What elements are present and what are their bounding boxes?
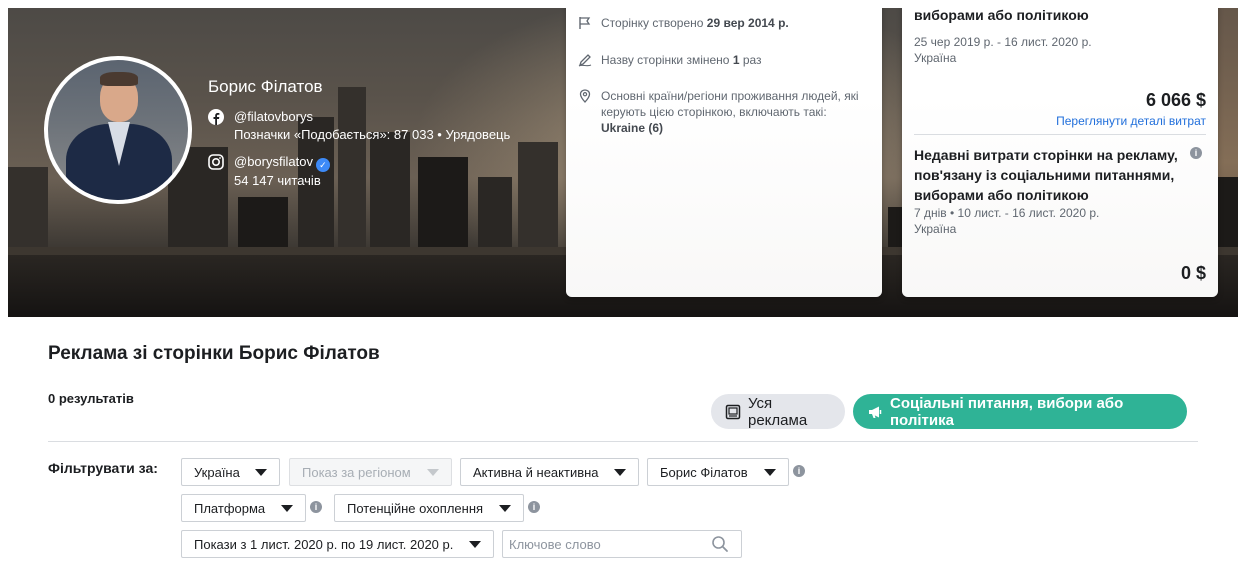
country-dropdown[interactable]: Україна: [181, 458, 280, 486]
info-icon[interactable]: i: [528, 501, 540, 513]
results-count: 0 результатів: [48, 391, 134, 406]
instagram-handle[interactable]: @borysfilatov: [234, 154, 313, 169]
caret-down-icon: [764, 468, 776, 476]
reach-value: Потенційне охоплення: [347, 500, 484, 516]
total-spend-amount: 6 066 $: [1145, 90, 1206, 110]
caret-down-icon: [614, 468, 626, 476]
spending-divider: [914, 134, 1206, 135]
info-icon[interactable]: i: [793, 465, 805, 477]
total-spend-title: виборами або політикою: [914, 8, 1089, 23]
page-renamed-row: Назву сторінки змінено 1 раз: [578, 52, 762, 68]
info-icon[interactable]: i: [1190, 147, 1202, 159]
caret-down-icon: [427, 468, 439, 476]
political-ads-button[interactable]: Соціальні питання, вибори або політика: [853, 394, 1187, 429]
facebook-icon: [208, 109, 224, 125]
region-value: Показ за регіоном: [302, 464, 411, 480]
page-created-date: 29 вер 2014 р.: [706, 16, 789, 30]
page-renamed-label: Назву сторінки змінено: [601, 53, 730, 67]
photo-hair: [100, 72, 138, 86]
facebook-stats: Позначки «Подобається»: 87 033 • Урядове…: [234, 127, 511, 142]
search-icon[interactable]: [711, 535, 729, 553]
country-value: Україна: [194, 464, 240, 480]
ad-spending-card: виборами або політикою 25 чер 2019 р. - …: [902, 8, 1218, 297]
platform-value: Платформа: [194, 500, 266, 516]
info-icon[interactable]: i: [310, 501, 322, 513]
pencil-icon: [578, 54, 592, 67]
flag-icon: [579, 17, 591, 29]
page-renamed-count: 1: [732, 53, 740, 67]
location-pin-icon: [579, 89, 591, 103]
advertiser-value: Борис Філатов: [660, 464, 748, 480]
page-title: Реклама зі сторінки Борис Філатов: [48, 343, 380, 364]
page-countries-row: Основні країни/регіони проживання людей,…: [578, 88, 868, 136]
profile-photo: [48, 60, 188, 200]
platform-dropdown[interactable]: Платформа: [181, 494, 306, 522]
page-countries-value: Ukraine (6): [601, 121, 664, 135]
status-value: Активна й неактивна: [473, 464, 599, 480]
recent-spend-period: 7 днів • 10 лист. - 16 лист. 2020 р.: [914, 206, 1100, 220]
page-countries-text: Основні країни/регіони проживання людей,…: [601, 89, 859, 119]
section-divider: [48, 441, 1198, 442]
all-ads-button[interactable]: Уся реклама: [711, 394, 845, 429]
region-dropdown: Показ за регіоном: [289, 458, 452, 486]
ad-library-icon: [725, 404, 741, 419]
facebook-handle[interactable]: @filatovborys: [234, 108, 510, 126]
megaphone-icon: [869, 406, 882, 418]
recent-spend-region: Україна: [914, 222, 957, 236]
facebook-row: @filatovborys Позначки «Подобається»: 87…: [208, 108, 510, 144]
status-dropdown[interactable]: Активна й неактивна: [460, 458, 639, 486]
keyword-search: [502, 530, 742, 558]
profile-avatar[interactable]: [44, 56, 192, 204]
page-created-row: Сторінку створено 29 вер 2014 р.: [578, 15, 789, 31]
date-range-value: Покази з 1 лист. 2020 р. по 19 лист. 202…: [194, 536, 454, 552]
filter-label: Фільтрувати за:: [48, 460, 158, 476]
instagram-followers: 54 147 читачів: [234, 173, 321, 188]
all-ads-label: Уся реклама: [748, 394, 808, 429]
instagram-icon: [208, 154, 224, 170]
page-cover: Борис Філатов @filatovborys Позначки «По…: [8, 8, 1238, 317]
date-range-dropdown[interactable]: Покази з 1 лист. 2020 р. по 19 лист. 202…: [181, 530, 494, 558]
profile-name[interactable]: Борис Філатов: [208, 77, 323, 97]
verified-badge-icon: ✓: [315, 158, 330, 172]
total-spend-period: 25 чер 2019 р. - 16 лист. 2020 р.: [914, 35, 1092, 49]
caret-down-icon: [255, 468, 267, 476]
political-ads-label: Соціальні питання, вибори або політика: [890, 394, 1124, 429]
page-transparency-card: Сторінку створено 29 вер 2014 р. Назву с…: [566, 8, 882, 297]
reach-dropdown[interactable]: Потенційне охоплення: [334, 494, 524, 522]
keyword-search-input[interactable]: [509, 536, 711, 552]
page-created-label: Сторінку створено: [601, 16, 704, 30]
advertiser-dropdown[interactable]: Борис Філатов: [647, 458, 789, 486]
caret-down-icon: [281, 504, 293, 512]
spend-details-link[interactable]: Переглянути деталі витрат: [1056, 114, 1206, 128]
caret-down-icon: [499, 504, 511, 512]
instagram-row: @borysfilatov ✓ 54 147 читачів: [208, 153, 330, 190]
caret-down-icon: [469, 540, 481, 548]
total-spend-region: Україна: [914, 51, 957, 65]
recent-spend-title: Недавні витрати сторінки на рекламу, пов…: [914, 147, 1178, 203]
recent-spend-amount: 0 $: [1180, 263, 1206, 283]
page-renamed-suffix: раз: [742, 53, 762, 67]
